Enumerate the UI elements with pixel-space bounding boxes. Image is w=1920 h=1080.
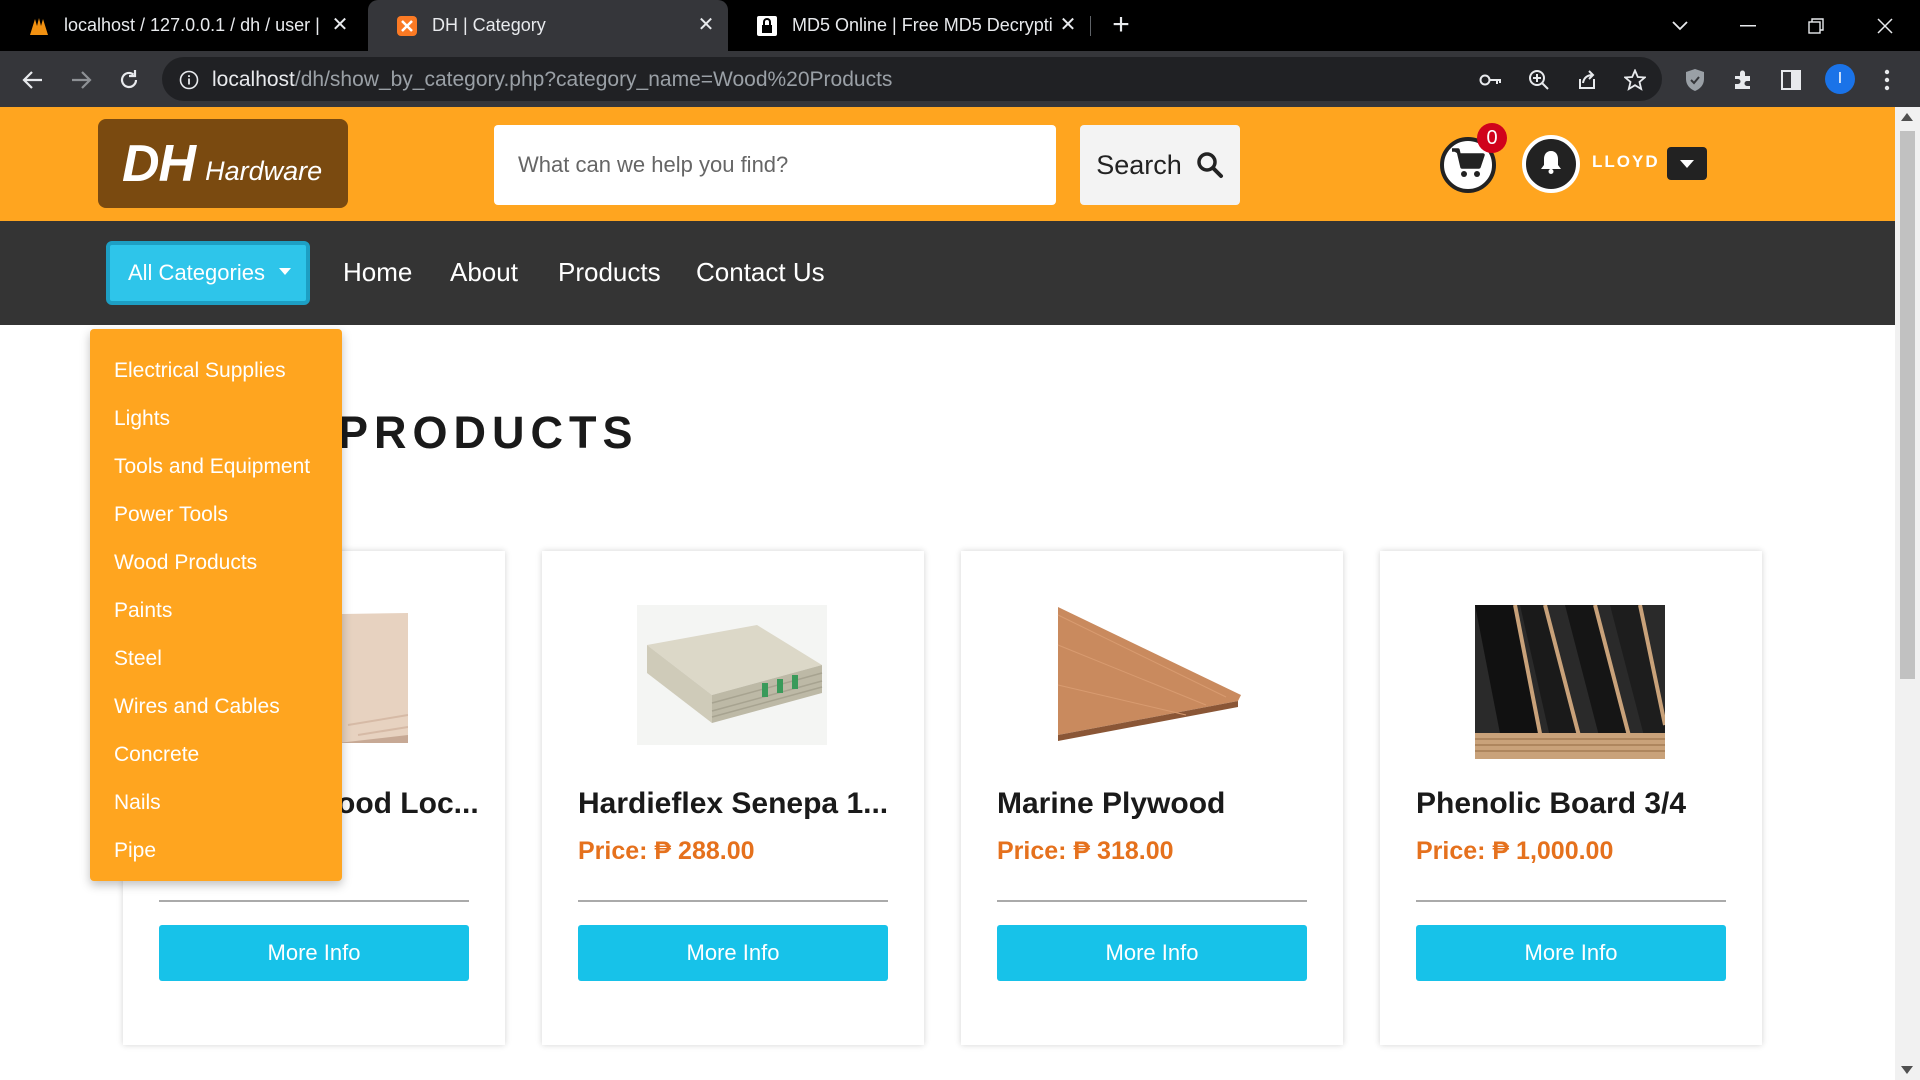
nav-link-about[interactable]: About <box>450 257 518 288</box>
product-price: Price: ₱ 1,000.00 <box>1416 837 1614 865</box>
product-price: Price: ₱ 318.00 <box>997 837 1174 865</box>
product-card: Marine Plywood Price: ₱ 318.00 More Info <box>961 551 1343 1045</box>
xampp-icon <box>396 15 418 37</box>
search-button-label: Search <box>1096 149 1182 180</box>
nav-link-products[interactable]: Products <box>558 257 661 288</box>
tab-title: DH | Category <box>432 15 546 35</box>
categories-dropdown: Electrical Supplies Lights Tools and Equ… <box>90 329 342 881</box>
url-path: /dh/show_by_category.php?category_name=W… <box>294 68 893 91</box>
tab-md5-online[interactable]: MD5 Online | Free MD5 Decrypti ✕ <box>728 0 1090 51</box>
all-categories-button[interactable]: All Categories <box>106 241 310 305</box>
dropdown-item-nails[interactable]: Nails <box>114 791 161 815</box>
restore-icon[interactable] <box>1786 0 1846 51</box>
scrollbar-thumb[interactable] <box>1900 131 1915 679</box>
product-image[interactable] <box>637 605 827 745</box>
user-menu-toggle[interactable] <box>1667 147 1707 180</box>
page-title: PRODUCTS <box>338 407 639 458</box>
browser-toolbar: localhost/dh/show_by_category.php?catego… <box>0 51 1920 107</box>
more-info-button[interactable]: More Info <box>578 925 888 981</box>
logo-main: DH <box>122 134 196 193</box>
lock-icon <box>756 15 778 37</box>
url-host: localhost <box>212 68 295 91</box>
dropdown-item-steel[interactable]: Steel <box>114 647 162 671</box>
close-icon[interactable]: ✕ <box>328 13 352 37</box>
info-icon[interactable] <box>176 67 202 93</box>
tab-phpmyadmin[interactable]: localhost / 127.0.0.1 / dh / user | ✕ <box>0 0 362 51</box>
shield-icon[interactable] <box>1680 65 1710 95</box>
menu-kebab-icon[interactable] <box>1872 65 1902 95</box>
nav-link-home[interactable]: Home <box>343 257 412 288</box>
browser-tab-bar: localhost / 127.0.0.1 / dh / user | ✕ DH… <box>0 0 1920 51</box>
scroll-down-icon[interactable] <box>1901 1066 1913 1074</box>
all-categories-label: All Categories <box>128 260 265 285</box>
tab-dh-category[interactable]: DH | Category ✕ <box>368 0 728 51</box>
product-price: Price: ₱ 288.00 <box>578 837 755 865</box>
divider <box>1416 900 1726 902</box>
scroll-up-icon[interactable] <box>1901 113 1913 121</box>
product-name[interactable]: Hardieflex Senepa 1... <box>578 787 898 821</box>
product-name[interactable]: ood Loc... <box>337 787 487 821</box>
logo-sub: Hardware <box>205 156 323 186</box>
profile-avatar[interactable]: I <box>1825 64 1855 94</box>
reload-icon[interactable] <box>112 63 146 97</box>
user-name[interactable]: LLOYD <box>1592 152 1660 172</box>
page-scrollbar[interactable] <box>1895 107 1920 1080</box>
key-icon[interactable] <box>1478 67 1504 93</box>
dropdown-item-wires-and-cables[interactable]: Wires and Cables <box>114 695 280 719</box>
dropdown-item-power-tools[interactable]: Power Tools <box>114 503 228 527</box>
cart-icon <box>1450 147 1486 184</box>
dropdown-item-paints[interactable]: Paints <box>114 599 172 623</box>
share-icon[interactable] <box>1574 67 1600 93</box>
notifications-button[interactable] <box>1522 135 1580 193</box>
close-icon[interactable]: ✕ <box>1056 13 1080 37</box>
dropdown-item-electrical-supplies[interactable]: Electrical Supplies <box>114 359 286 383</box>
phpmyadmin-icon <box>28 15 50 37</box>
back-icon[interactable] <box>16 63 50 97</box>
caret-down-icon <box>278 267 291 275</box>
page-viewport: DH Hardware Search 0 LLOYD All Ca <box>0 107 1895 1080</box>
divider <box>578 900 888 902</box>
minimize-icon[interactable] <box>1718 0 1778 51</box>
cart-count-badge: 0 <box>1477 123 1507 153</box>
tab-separator <box>1090 16 1091 36</box>
new-tab-icon[interactable]: + <box>1105 10 1137 42</box>
product-image[interactable] <box>1475 604 1667 760</box>
url-text: localhost/dh/show_by_category.php?catego… <box>212 68 892 92</box>
bookmark-star-icon[interactable] <box>1622 67 1648 93</box>
search-button[interactable]: Search <box>1080 125 1240 205</box>
tab-search-icon[interactable] <box>1650 0 1710 51</box>
product-card: Hardieflex Senepa 1... Price: ₱ 288.00 M… <box>542 551 924 1045</box>
search-icon <box>1196 151 1224 179</box>
side-panel-icon[interactable] <box>1776 65 1806 95</box>
divider <box>997 900 1307 902</box>
close-window-icon[interactable] <box>1855 0 1915 51</box>
more-info-button[interactable]: More Info <box>1416 925 1726 981</box>
extensions-icon[interactable] <box>1728 65 1758 95</box>
more-info-button[interactable]: More Info <box>997 925 1307 981</box>
site-nav: All Categories Home About Products Conta… <box>0 221 1895 325</box>
site-header: DH Hardware Search 0 LLOYD <box>0 107 1895 221</box>
product-name[interactable]: Marine Plywood <box>997 787 1317 821</box>
address-bar[interactable]: localhost/dh/show_by_category.php?catego… <box>162 57 1662 101</box>
tab-title: localhost / 127.0.0.1 / dh / user | <box>64 15 320 35</box>
forward-icon[interactable] <box>64 63 98 97</box>
close-icon[interactable]: ✕ <box>694 13 718 37</box>
dropdown-item-wood-products[interactable]: Wood Products <box>114 551 257 575</box>
product-name[interactable]: Phenolic Board 3/4 <box>1416 787 1736 821</box>
product-card: Phenolic Board 3/4 Price: ₱ 1,000.00 Mor… <box>1380 551 1762 1045</box>
dropdown-item-lights[interactable]: Lights <box>114 407 170 431</box>
dropdown-item-pipe[interactable]: Pipe <box>114 839 156 863</box>
site-logo[interactable]: DH Hardware <box>98 119 348 208</box>
divider <box>159 900 469 902</box>
bell-icon <box>1539 149 1563 180</box>
nav-link-contact-us[interactable]: Contact Us <box>696 257 825 288</box>
more-info-button[interactable]: More Info <box>159 925 469 981</box>
dropdown-item-tools-and-equipment[interactable]: Tools and Equipment <box>114 455 310 479</box>
caret-down-icon <box>1680 159 1694 168</box>
zoom-icon[interactable] <box>1526 67 1552 93</box>
product-image[interactable] <box>1056 605 1246 745</box>
tab-title: MD5 Online | Free MD5 Decrypti <box>792 15 1053 35</box>
dropdown-item-concrete[interactable]: Concrete <box>114 743 199 767</box>
search-input[interactable] <box>494 125 1056 205</box>
